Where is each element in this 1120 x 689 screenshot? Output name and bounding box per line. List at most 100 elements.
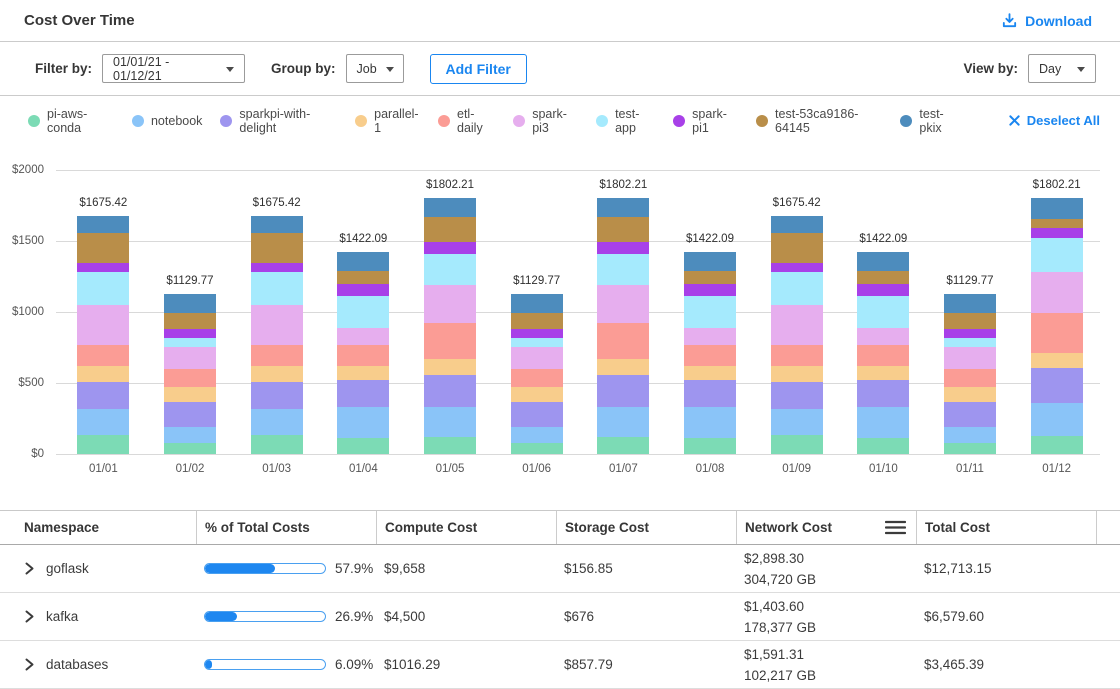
table-row-databases[interactable]: databases6.09%$1016.29$857.79$1,591.3110… xyxy=(0,641,1120,689)
bar-segment-spark-pi1[interactable] xyxy=(164,329,216,338)
bar-segment-sparkpi-with-delight[interactable] xyxy=(251,382,303,408)
date-range-select[interactable]: 01/01/21 - 01/12/21 xyxy=(102,54,245,83)
bar-segment-test-app[interactable] xyxy=(771,272,823,305)
bar-segment-test-app[interactable] xyxy=(597,254,649,284)
download-button[interactable]: Download xyxy=(1001,12,1092,29)
bar-segment-test-app[interactable] xyxy=(1031,238,1083,272)
stacked-bar-01/07[interactable] xyxy=(597,198,649,454)
stacked-bar-01/03[interactable] xyxy=(251,216,303,454)
bar-segment-test-pkix[interactable] xyxy=(1031,198,1083,219)
bar-segment-sparkpi-with-delight[interactable] xyxy=(1031,368,1083,403)
bar-segment-test-pkix[interactable] xyxy=(424,198,476,216)
table-row-kafka[interactable]: kafka26.9%$4,500$676$1,403.60178,377 GB$… xyxy=(0,593,1120,641)
bar-segment-pi-aws-conda[interactable] xyxy=(857,438,909,454)
menu-icon[interactable] xyxy=(885,520,906,535)
bar-segment-test-app[interactable] xyxy=(337,296,389,329)
bar-segment-parallel-1[interactable] xyxy=(164,387,216,401)
table-row-goflask[interactable]: goflask57.9%$9,658$156.85$2,898.30304,72… xyxy=(0,545,1120,593)
bar-segment-spark-pi1[interactable] xyxy=(597,242,649,254)
bar-segment-test-app[interactable] xyxy=(77,272,129,305)
bar-segment-spark-pi3[interactable] xyxy=(944,347,996,369)
bar-segment-sparkpi-with-delight[interactable] xyxy=(684,380,736,407)
bar-segment-etl-daily[interactable] xyxy=(1031,313,1083,353)
bar-segment-parallel-1[interactable] xyxy=(944,387,996,401)
legend-item-notebook[interactable]: notebook xyxy=(132,114,202,128)
bar-segment-test-app[interactable] xyxy=(511,338,563,347)
stacked-bar-01/11[interactable] xyxy=(944,294,996,454)
bar-segment-test-53ca9186-64145[interactable] xyxy=(251,233,303,263)
legend-item-pi-aws-conda[interactable]: pi-aws-conda xyxy=(28,107,114,135)
bar-segment-test-pkix[interactable] xyxy=(771,216,823,233)
stacked-bar-01/06[interactable] xyxy=(511,294,563,454)
bar-segment-parallel-1[interactable] xyxy=(511,387,563,401)
chevron-right-icon[interactable] xyxy=(24,610,35,623)
bar-segment-notebook[interactable] xyxy=(771,409,823,435)
bar-segment-test-app[interactable] xyxy=(944,338,996,347)
chevron-right-icon[interactable] xyxy=(24,658,35,671)
bar-segment-sparkpi-with-delight[interactable] xyxy=(597,375,649,408)
bar-segment-test-53ca9186-64145[interactable] xyxy=(1031,219,1083,228)
stacked-bar-01/10[interactable] xyxy=(857,252,909,454)
bar-segment-pi-aws-conda[interactable] xyxy=(684,438,736,454)
stacked-bar-01/05[interactable] xyxy=(424,198,476,454)
bar-segment-parallel-1[interactable] xyxy=(1031,353,1083,368)
bar-segment-pi-aws-conda[interactable] xyxy=(251,435,303,454)
legend-item-etl-daily[interactable]: etl-daily xyxy=(438,107,495,135)
bar-segment-test-53ca9186-64145[interactable] xyxy=(771,233,823,263)
bar-segment-test-app[interactable] xyxy=(251,272,303,305)
bar-segment-test-53ca9186-64145[interactable] xyxy=(597,217,649,243)
bar-segment-parallel-1[interactable] xyxy=(857,366,909,381)
stacked-bar-01/09[interactable] xyxy=(771,216,823,454)
bar-segment-test-53ca9186-64145[interactable] xyxy=(77,233,129,263)
bar-segment-parallel-1[interactable] xyxy=(77,366,129,382)
bar-segment-test-pkix[interactable] xyxy=(251,216,303,233)
bar-segment-spark-pi1[interactable] xyxy=(944,329,996,338)
bar-segment-spark-pi3[interactable] xyxy=(597,285,649,324)
legend-item-spark-pi3[interactable]: spark-pi3 xyxy=(513,107,578,135)
bar-segment-spark-pi1[interactable] xyxy=(337,284,389,296)
bar-segment-spark-pi3[interactable] xyxy=(424,285,476,324)
bar-segment-spark-pi1[interactable] xyxy=(511,329,563,338)
bar-segment-test-53ca9186-64145[interactable] xyxy=(944,313,996,329)
bar-segment-spark-pi3[interactable] xyxy=(511,347,563,369)
bar-segment-spark-pi1[interactable] xyxy=(424,242,476,254)
bar-segment-etl-daily[interactable] xyxy=(164,369,216,387)
bar-segment-test-53ca9186-64145[interactable] xyxy=(337,271,389,284)
bar-segment-test-pkix[interactable] xyxy=(337,252,389,271)
bar-segment-test-app[interactable] xyxy=(424,254,476,284)
bar-segment-test-app[interactable] xyxy=(684,296,736,329)
bar-segment-spark-pi3[interactable] xyxy=(164,347,216,369)
bar-segment-sparkpi-with-delight[interactable] xyxy=(424,375,476,408)
bar-segment-notebook[interactable] xyxy=(251,409,303,435)
bar-segment-notebook[interactable] xyxy=(337,407,389,438)
bar-segment-notebook[interactable] xyxy=(684,407,736,438)
legend-item-test-pkix[interactable]: test-pkix xyxy=(900,107,960,135)
legend-item-sparkpi-with-delight[interactable]: sparkpi-with-delight xyxy=(220,107,337,135)
legend-item-spark-pi1[interactable]: spark-pi1 xyxy=(673,107,738,135)
bar-segment-pi-aws-conda[interactable] xyxy=(944,443,996,454)
bar-segment-etl-daily[interactable] xyxy=(944,369,996,387)
bar-segment-spark-pi1[interactable] xyxy=(77,263,129,273)
bar-segment-parallel-1[interactable] xyxy=(597,359,649,374)
bar-segment-test-53ca9186-64145[interactable] xyxy=(164,313,216,329)
bar-segment-test-pkix[interactable] xyxy=(944,294,996,313)
bar-segment-pi-aws-conda[interactable] xyxy=(511,443,563,454)
bar-segment-etl-daily[interactable] xyxy=(424,323,476,359)
bar-segment-test-pkix[interactable] xyxy=(77,216,129,233)
stacked-bar-01/02[interactable] xyxy=(164,294,216,454)
bar-segment-test-app[interactable] xyxy=(164,338,216,347)
bar-segment-parallel-1[interactable] xyxy=(771,366,823,382)
bar-segment-test-53ca9186-64145[interactable] xyxy=(424,217,476,243)
bar-segment-test-pkix[interactable] xyxy=(857,252,909,271)
bar-segment-test-pkix[interactable] xyxy=(597,198,649,216)
bar-segment-test-53ca9186-64145[interactable] xyxy=(857,271,909,284)
bar-segment-test-53ca9186-64145[interactable] xyxy=(511,313,563,329)
bar-segment-pi-aws-conda[interactable] xyxy=(771,435,823,454)
stacked-bar-01/08[interactable] xyxy=(684,252,736,454)
bar-segment-spark-pi1[interactable] xyxy=(251,263,303,273)
bar-segment-pi-aws-conda[interactable] xyxy=(77,435,129,454)
bar-segment-spark-pi1[interactable] xyxy=(857,284,909,296)
bar-segment-test-pkix[interactable] xyxy=(684,252,736,271)
bar-segment-test-pkix[interactable] xyxy=(511,294,563,313)
bar-segment-test-53ca9186-64145[interactable] xyxy=(684,271,736,284)
